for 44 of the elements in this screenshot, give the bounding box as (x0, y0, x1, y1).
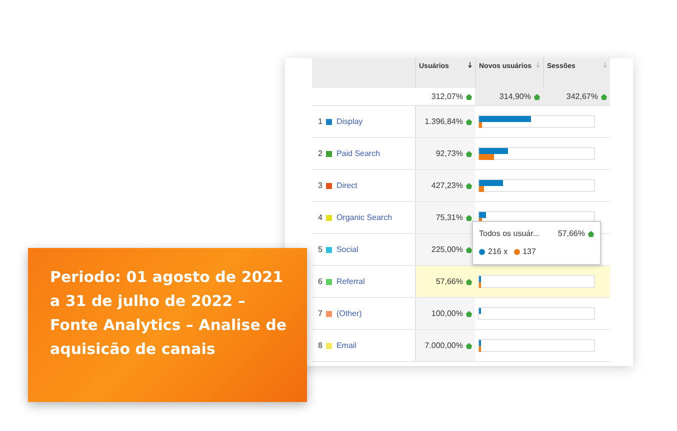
total-value: 314,90% (499, 90, 531, 102)
row-number: 8 (318, 340, 322, 352)
channel-link[interactable]: Display (336, 116, 363, 128)
increase-icon (466, 342, 472, 348)
increase-icon (466, 118, 472, 124)
increase-icon (466, 94, 472, 100)
increase-icon (534, 94, 540, 100)
users-value: 225,00% (431, 244, 463, 256)
total-value: 312,07% (431, 90, 463, 102)
row-number: 7 (318, 308, 322, 320)
tooltip-value: 57,66% (558, 228, 585, 240)
channel-link[interactable]: Direct (336, 180, 358, 192)
row-number: 1 (318, 116, 322, 128)
users-value: 57,66% (436, 276, 463, 288)
increase-icon (466, 246, 472, 252)
row-number: 2 (318, 148, 322, 160)
row-number: 6 (318, 276, 322, 288)
users-value: 427,23% (431, 180, 463, 192)
channel-link[interactable]: Email (336, 340, 356, 352)
legend-value: 216 x (488, 246, 508, 258)
users-value: 1.396,84% (424, 116, 463, 128)
channel-link[interactable]: Social (336, 244, 358, 256)
increase-icon (601, 94, 607, 100)
channel-link[interactable]: Referral (336, 276, 365, 288)
increase-icon (466, 214, 472, 220)
users-value: 92,73% (436, 148, 463, 160)
increase-icon (466, 278, 472, 284)
channel-link[interactable]: Organic Search (336, 212, 392, 224)
users-value: 100,00% (431, 308, 463, 320)
row-number: 5 (318, 244, 322, 256)
channel-link[interactable]: Paid Search (336, 148, 380, 160)
caption-text: Periodo: 01 agosto de 2021 a 31 de julho de 2022 – Fonte Analytics – Analise de aquisicão de canais (50, 267, 288, 360)
users-value: 75,31% (436, 212, 463, 224)
increase-icon (466, 150, 472, 156)
total-value: 342,67% (566, 90, 598, 102)
row-number: 3 (318, 180, 322, 192)
increase-icon (466, 310, 472, 316)
row-number: 4 (318, 212, 322, 224)
users-value: 7.000,00% (424, 340, 463, 352)
increase-icon (588, 231, 594, 237)
legend-value: 137 (522, 246, 536, 258)
channel-link[interactable]: (Other) (336, 308, 362, 320)
increase-icon (466, 182, 472, 188)
tooltip-label: Todos os usuár... (479, 228, 540, 240)
